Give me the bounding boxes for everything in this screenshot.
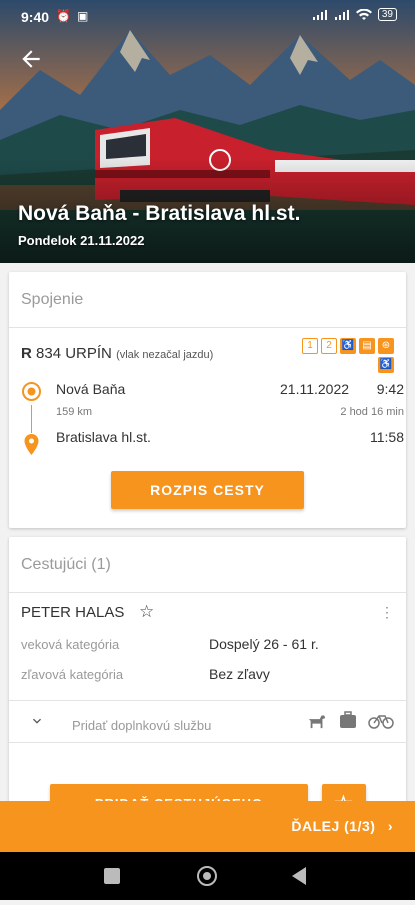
kids-icon: ♿	[340, 338, 356, 354]
second-class-icon: 2	[321, 338, 337, 354]
chevron-down-icon[interactable]	[29, 713, 45, 729]
divider	[9, 700, 406, 701]
train-name: URPÍN	[65, 345, 112, 362]
battery-icon: 39	[377, 8, 397, 21]
duration: 2 hod 16 min	[340, 406, 404, 418]
destination-pin-icon	[24, 434, 39, 455]
route-date: Pondelok 21.11.2022	[18, 233, 145, 248]
chevron-right-icon: ›	[387, 818, 393, 834]
header-hero: 9:40 ⏰ ▣ 39 Nová Baňa - Bratislava hl.st…	[0, 0, 415, 263]
origin-icon	[22, 382, 41, 401]
signal-icon	[334, 9, 349, 20]
route-title: Nová Baňa - Bratislava hl.st.	[18, 202, 301, 225]
journey-details-button[interactable]: ROZPIS CESTY	[111, 471, 304, 509]
system-nav-bar	[0, 852, 415, 900]
back-nav-icon[interactable]	[292, 867, 306, 885]
arrival-time: 11:58	[370, 429, 404, 445]
discount-category-label: zľavová kategória	[21, 667, 124, 682]
age-category-value[interactable]: Dospelý 26 - 61 r.	[209, 636, 319, 652]
status-time: 9:40	[21, 9, 50, 25]
next-bar[interactable]: ĎALEJ (1/3) ›	[0, 801, 415, 852]
wheelchair-icon: ♿	[378, 357, 394, 373]
signal-icon	[312, 9, 327, 20]
train-note: (vlak nezačal jazdu)	[116, 349, 214, 361]
train-features: 1 2 ♿ ▤ ⊛ ♿	[298, 338, 394, 373]
back-arrow-icon[interactable]	[18, 46, 44, 72]
connection-heading: Spojenie	[9, 272, 406, 328]
passenger-name: PETER HALAS	[21, 604, 125, 621]
status-bar: 9:40 ⏰ ▣ 39	[0, 0, 415, 34]
alarm-icon: ⏰	[56, 9, 71, 23]
restaurant-icon: ▤	[359, 338, 375, 354]
age-category-label: veková kategória	[21, 637, 120, 652]
origin-date: 21.11.2022	[280, 381, 350, 397]
wifi-icon	[355, 8, 372, 20]
train-number: 834	[36, 345, 62, 362]
passengers-card: Cestujúci (1) PETER HALAS ☆ ⋮ veková kat…	[9, 537, 406, 824]
add-service-label[interactable]: Pridať doplnkovú službu	[72, 718, 211, 733]
distance: 159 km	[56, 406, 93, 418]
luggage-icon[interactable]	[338, 710, 358, 730]
next-button-label[interactable]: ĎALEJ (1/3)	[291, 818, 375, 834]
discount-category-value[interactable]: Bez zľavy	[209, 666, 270, 682]
destination-station: Bratislava hl.st.	[56, 429, 151, 445]
passengers-heading: Cestujúci (1)	[9, 537, 406, 593]
recent-apps-icon[interactable]	[104, 868, 120, 884]
dog-icon[interactable]	[306, 710, 328, 730]
divider	[9, 742, 406, 743]
train-info: R 834 URPÍN (vlak nezačal jazdu)	[21, 345, 213, 362]
train-type: R	[21, 345, 32, 362]
first-class-icon: 1	[302, 338, 318, 354]
gallery-icon: ▣	[76, 9, 89, 23]
bicycle-icon: ⊛	[378, 338, 394, 354]
connection-card: Spojenie R 834 URPÍN (vlak nezačal jazdu…	[9, 272, 406, 528]
more-options-icon[interactable]: ⋮	[380, 604, 394, 621]
departure-time: 9:42	[376, 381, 404, 397]
route-details: Nová Baňa 21.11.2022 9:42 159 km 2 hod 1…	[21, 381, 404, 461]
route-line	[31, 405, 32, 433]
origin-station: Nová Baňa	[56, 381, 126, 397]
bicycle-icon[interactable]	[368, 710, 394, 730]
favorite-star-icon[interactable]: ☆	[139, 602, 154, 622]
